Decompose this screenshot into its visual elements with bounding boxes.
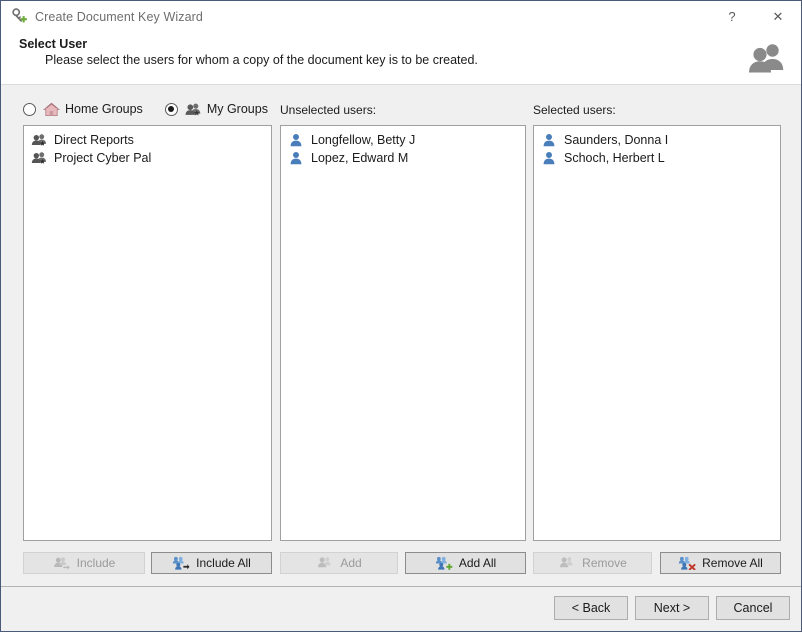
include-all-button[interactable]: Include All xyxy=(151,552,272,574)
remove-button[interactable]: Remove xyxy=(533,552,652,574)
add-icon xyxy=(316,555,334,571)
home-icon xyxy=(43,102,60,117)
list-item[interactable]: Schoch, Herbert L xyxy=(538,149,778,167)
user-key-add-icon xyxy=(10,8,28,26)
wizard-body: Home Groups My Groups Unselected users: xyxy=(1,85,801,586)
list-item[interactable]: Direct Reports xyxy=(28,131,269,149)
add-all-icon xyxy=(435,555,453,571)
window-controls: ? ✕ xyxy=(709,1,801,32)
page-title: Select User xyxy=(19,37,88,51)
list-item-label: Project Cyber Pal xyxy=(54,151,152,165)
radio-my-groups-indicator[interactable] xyxy=(164,102,178,116)
page-subtitle: Please select the users for whom a copy … xyxy=(45,53,478,67)
remove-all-button-label: Remove All xyxy=(702,556,763,570)
user-icon xyxy=(540,132,558,148)
include-button-label: Include xyxy=(76,556,116,570)
add-all-button[interactable]: Add All xyxy=(405,552,526,574)
radio-my-groups[interactable]: My Groups xyxy=(164,102,268,117)
include-all-icon xyxy=(172,555,190,571)
next-button[interactable]: Next > xyxy=(635,596,709,620)
user-icon xyxy=(540,150,558,166)
remove-button-label: Remove xyxy=(582,556,627,570)
radio-home-groups[interactable]: Home Groups xyxy=(23,102,143,117)
unselected-users-label: Unselected users: xyxy=(280,103,377,117)
window-title: Create Document Key Wizard xyxy=(35,9,203,24)
add-button-label: Add xyxy=(340,556,362,570)
add-button[interactable]: Add xyxy=(280,552,398,574)
add-all-button-label: Add All xyxy=(458,556,497,570)
radio-my-groups-label: My Groups xyxy=(206,102,268,116)
user-icon xyxy=(287,150,305,166)
user-icon xyxy=(287,132,305,148)
remove-all-icon xyxy=(678,555,696,571)
list-item-label: Longfellow, Betty J xyxy=(311,133,416,147)
list-item[interactable]: Longfellow, Betty J xyxy=(285,131,523,149)
wizard-window: Create Document Key Wizard ? ✕ Select Us… xyxy=(0,0,802,632)
remove-all-button[interactable]: Remove All xyxy=(660,552,781,574)
group-star-icon xyxy=(30,132,48,148)
selected-users-listbox[interactable]: Saunders, Donna I Schoch, Herbert L xyxy=(533,125,781,541)
include-all-button-label: Include All xyxy=(196,556,251,570)
scope-radio-group: Home Groups My Groups xyxy=(23,100,290,118)
selected-users-label: Selected users: xyxy=(533,103,616,117)
wizard-footer: < Back Next > Cancel xyxy=(1,586,801,631)
list-item-label: Saunders, Donna I xyxy=(564,133,669,147)
list-item[interactable]: Project Cyber Pal xyxy=(28,149,269,167)
include-icon xyxy=(53,555,71,571)
list-item-label: Lopez, Edward M xyxy=(311,151,409,165)
title-bar: Create Document Key Wizard ? ✕ xyxy=(1,1,801,32)
list-item-label: Direct Reports xyxy=(54,133,134,147)
radio-home-groups-indicator[interactable] xyxy=(23,102,36,116)
list-item[interactable]: Lopez, Edward M xyxy=(285,149,523,167)
wizard-header: Select User Please select the users for … xyxy=(1,32,801,85)
close-button[interactable]: ✕ xyxy=(755,1,801,32)
my-groups-icon xyxy=(185,102,202,117)
unselected-users-listbox[interactable]: Longfellow, Betty J Lopez, Edward M xyxy=(280,125,526,541)
group-star-icon xyxy=(30,150,48,166)
list-item[interactable]: Saunders, Donna I xyxy=(538,131,778,149)
help-button[interactable]: ? xyxy=(709,1,755,32)
people-group-icon xyxy=(747,40,787,76)
cancel-button[interactable]: Cancel xyxy=(716,596,790,620)
groups-listbox[interactable]: Direct Reports Project Cyber Pal xyxy=(23,125,272,541)
remove-icon xyxy=(558,555,576,571)
back-button[interactable]: < Back xyxy=(554,596,628,620)
radio-home-groups-label: Home Groups xyxy=(65,102,143,116)
include-button[interactable]: Include xyxy=(23,552,145,574)
list-item-label: Schoch, Herbert L xyxy=(564,151,665,165)
